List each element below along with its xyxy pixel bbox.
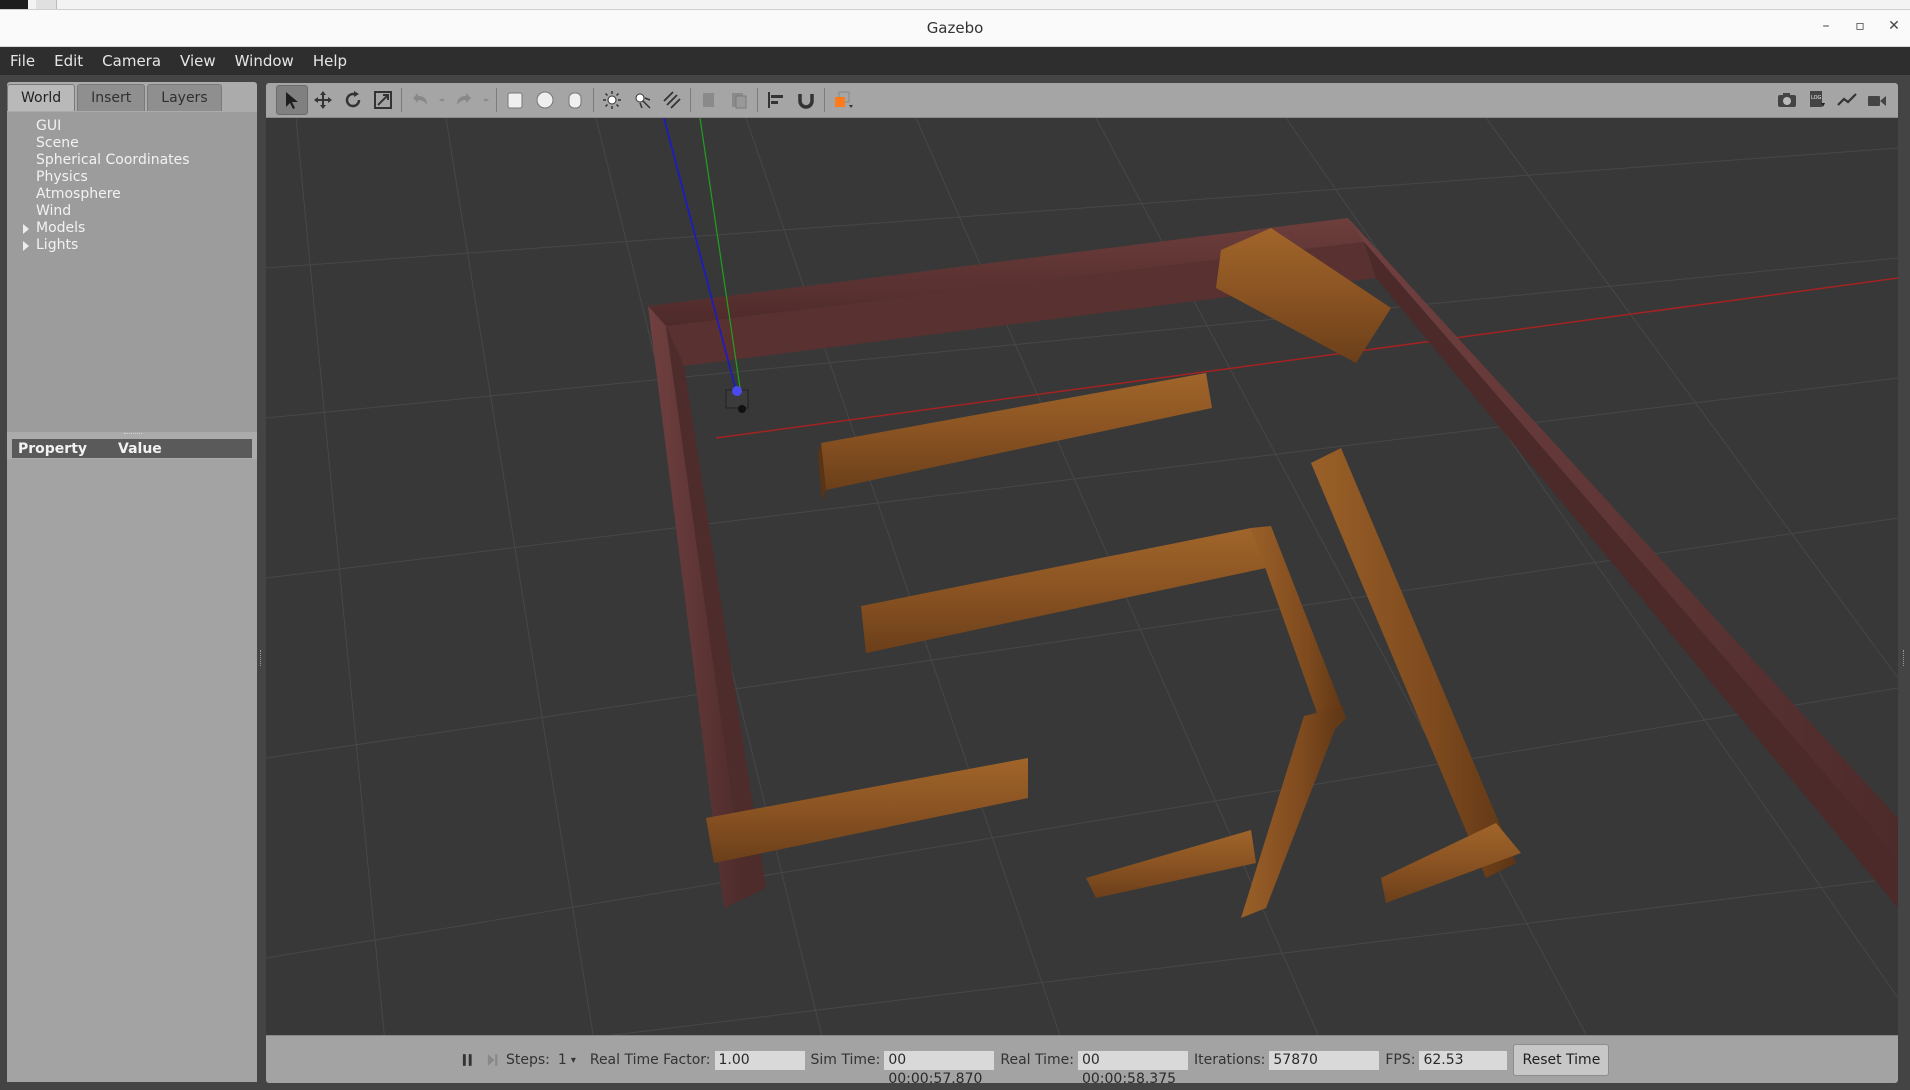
tree-item-label: GUI <box>36 118 62 134</box>
toolbar-separator <box>824 88 825 112</box>
value-column-header: Value <box>118 440 162 457</box>
toolbar-separator <box>496 88 497 112</box>
tree-item-gui[interactable]: GUI <box>36 118 190 135</box>
property-header: Property Value <box>12 439 252 458</box>
real-time-field: 00 00:00:58.375 <box>1077 1050 1188 1083</box>
tree-item-label: Lights <box>36 237 79 253</box>
left-splitter-handle[interactable] <box>260 650 263 666</box>
spot-light-icon[interactable] <box>627 86 657 114</box>
select-arrow-icon[interactable] <box>276 85 308 115</box>
paste-icon[interactable] <box>724 86 754 114</box>
tree-item-label: Scene <box>36 135 79 151</box>
video-record-icon[interactable] <box>1862 86 1892 114</box>
tree-item-label: Spherical Coordinates <box>36 152 190 168</box>
render-viewport[interactable]: LOG Steps: 1 ▾ Real Time Factor: 1.00 Si… <box>266 83 1898 1083</box>
restore-icon[interactable]: ▫ <box>1850 18 1870 34</box>
steps-dropdown-icon[interactable]: ▾ <box>571 1055 576 1066</box>
view-angle-icon[interactable] <box>828 86 858 114</box>
tree-item-scene[interactable]: Scene <box>36 135 190 152</box>
real-time-label: Real Time: <box>1000 1052 1074 1068</box>
property-list <box>7 459 257 1082</box>
step-icon[interactable] <box>480 1046 506 1074</box>
world-tree: GUI Scene Spherical Coordinates Physics … <box>7 112 257 432</box>
align-icon[interactable] <box>761 86 791 114</box>
tree-item-label: Physics <box>36 169 88 185</box>
tree-item-lights[interactable]: Lights <box>23 237 190 254</box>
tree-item-label: Models <box>36 220 86 236</box>
toolbar-separator <box>593 88 594 112</box>
rtf-label: Real Time Factor: <box>589 1052 711 1068</box>
tree-item-label: Wind <box>36 203 72 219</box>
menu-window[interactable]: Window <box>225 52 303 70</box>
tree-item-wind[interactable]: Wind <box>36 203 190 220</box>
menu-help[interactable]: Help <box>303 52 356 70</box>
iterations-label: Iterations: <box>1193 1052 1266 1068</box>
reset-time-button[interactable]: Reset Time <box>1513 1044 1610 1076</box>
tree-item-models[interactable]: Models <box>23 220 190 237</box>
minimize-icon[interactable]: – <box>1816 18 1836 34</box>
toolbar-separator <box>757 88 758 112</box>
steps-value[interactable]: 1 <box>558 1052 567 1068</box>
menu-camera[interactable]: Camera <box>92 52 170 70</box>
tab-world[interactable]: World <box>7 84 76 111</box>
toolbar-separator <box>690 88 691 112</box>
menu-edit[interactable]: Edit <box>44 52 92 70</box>
cylinder-icon[interactable] <box>560 86 590 114</box>
directional-light-icon[interactable] <box>657 86 687 114</box>
redo-dropdown-icon[interactable] <box>479 86 493 114</box>
tree-item-spherical-coordinates[interactable]: Spherical Coordinates <box>36 152 190 169</box>
iterations-field: 57870 <box>1269 1050 1380 1070</box>
rtf-field: 1.00 <box>714 1050 805 1070</box>
tree-item-label: Atmosphere <box>36 186 121 202</box>
3d-scene[interactable] <box>266 117 1898 1054</box>
sim-time-field: 00 00:00:57.870 <box>884 1050 995 1083</box>
expand-arrow-icon[interactable] <box>23 241 29 251</box>
window-title: Gazebo <box>926 19 984 37</box>
pause-icon[interactable] <box>456 1046 480 1074</box>
translate-icon[interactable] <box>308 86 338 114</box>
point-light-icon[interactable] <box>597 86 627 114</box>
main-area: World Insert Layers GUI Scene Spherical … <box>0 75 1910 1090</box>
panel-splitter[interactable] <box>124 433 142 437</box>
rotate-icon[interactable] <box>338 86 368 114</box>
snap-icon[interactable] <box>791 86 821 114</box>
left-panel: World Insert Layers GUI Scene Spherical … <box>7 82 257 1082</box>
top-strip <box>0 0 1910 10</box>
fps-field: 62.53 <box>1419 1050 1508 1070</box>
tab-insert[interactable]: Insert <box>77 84 146 111</box>
redo-icon[interactable] <box>449 86 479 114</box>
right-splitter-handle[interactable] <box>1903 650 1906 666</box>
viewport-toolbar: LOG <box>266 83 1898 118</box>
sphere-icon[interactable] <box>530 86 560 114</box>
scene-canvas[interactable] <box>266 117 1898 1054</box>
log-icon[interactable]: LOG <box>1802 86 1832 114</box>
tree-item-physics[interactable]: Physics <box>36 169 190 186</box>
expand-arrow-icon[interactable] <box>23 224 29 234</box>
box-icon[interactable] <box>500 86 530 114</box>
plot-icon[interactable] <box>1832 86 1862 114</box>
tree-item-atmosphere[interactable]: Atmosphere <box>36 186 190 203</box>
status-bar: Steps: 1 ▾ Real Time Factor: 1.00 Sim Ti… <box>266 1035 1898 1083</box>
sim-time-label: Sim Time: <box>810 1052 881 1068</box>
scale-icon[interactable] <box>368 86 398 114</box>
title-bar: Gazebo – ▫ ✕ <box>0 10 1910 47</box>
close-icon[interactable]: ✕ <box>1884 18 1904 34</box>
screenshot-icon[interactable] <box>1772 86 1802 114</box>
panel-tabs: World Insert Layers <box>7 82 224 112</box>
toolbar-separator <box>401 88 402 112</box>
menu-bar: File Edit Camera View Window Help <box>0 47 1910 74</box>
taskbar-block <box>0 0 28 9</box>
copy-icon[interactable] <box>694 86 724 114</box>
undo-dropdown-icon[interactable] <box>435 86 449 114</box>
menu-view[interactable]: View <box>170 52 225 70</box>
steps-label: Steps: <box>506 1052 550 1068</box>
property-column-header: Property <box>18 440 88 457</box>
tab-layers[interactable]: Layers <box>147 84 222 111</box>
taskbar-block <box>36 0 57 9</box>
svg-text:LOG: LOG <box>1811 95 1822 101</box>
fps-label: FPS: <box>1385 1052 1416 1068</box>
undo-icon[interactable] <box>405 86 435 114</box>
menu-file[interactable]: File <box>0 52 44 70</box>
